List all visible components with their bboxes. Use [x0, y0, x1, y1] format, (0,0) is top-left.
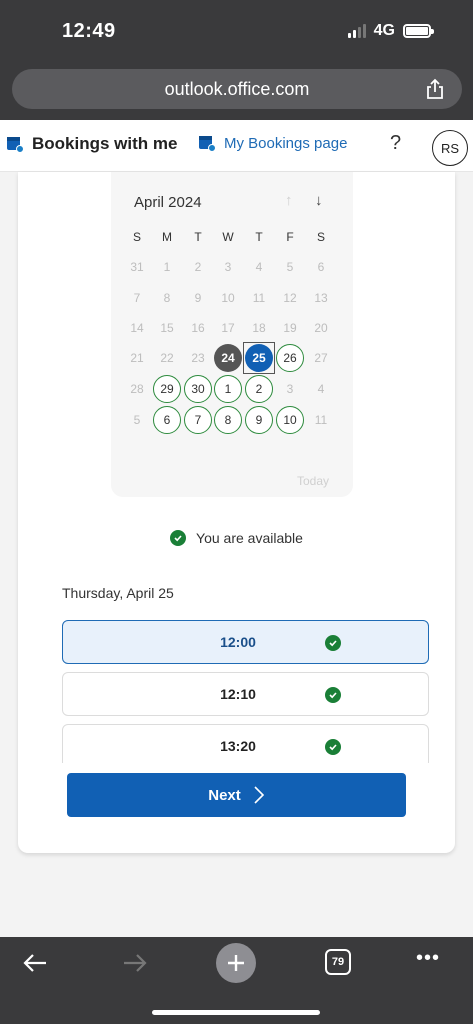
address-bar[interactable]: outlook.office.com — [12, 69, 462, 109]
calendar-day[interactable]: 7 — [184, 406, 212, 434]
calendar-day: 2 — [194, 260, 202, 274]
home-indicator[interactable] — [152, 1010, 320, 1015]
share-icon[interactable] — [424, 78, 446, 100]
calendar-day: 18 — [252, 321, 266, 335]
calendar-day: 15 — [160, 321, 174, 335]
availability-status: You are available — [18, 530, 455, 546]
calendar-day: 11 — [314, 413, 328, 427]
calendar-day: 16 — [191, 321, 205, 335]
calendar-day: 10 — [221, 291, 235, 305]
help-button[interactable]: ? — [390, 132, 401, 155]
calendar-day: 7 — [133, 291, 141, 305]
calendar-day[interactable]: 29 — [153, 375, 181, 403]
calendar-day[interactable]: 2 — [245, 375, 273, 403]
weekday-label: S — [316, 230, 325, 244]
avatar[interactable]: RS — [432, 130, 468, 166]
calendar-day[interactable]: 9 — [245, 406, 273, 434]
availability-text: You are available — [196, 530, 303, 546]
calendar-day: 8 — [163, 291, 171, 305]
weekday-label: T — [194, 230, 202, 244]
more-menu-icon[interactable]: ••• — [416, 947, 440, 970]
calendar-day[interactable]: 10 — [276, 406, 304, 434]
my-bookings-link[interactable]: My Bookings page — [198, 134, 347, 152]
slot-time: 12:00 — [220, 634, 256, 650]
weekday-label: S — [132, 230, 141, 244]
bookings-page-icon — [199, 136, 216, 152]
calendar-day: 31 — [130, 260, 144, 274]
calendar-day[interactable]: 24 — [214, 344, 242, 372]
app-title: Bookings with me — [6, 134, 177, 154]
calendar-day: 22 — [160, 351, 174, 365]
weekday-label: M — [162, 230, 172, 244]
calendar-day: 5 — [286, 260, 294, 274]
my-bookings-label: My Bookings page — [224, 134, 348, 152]
check-icon — [325, 635, 341, 651]
check-icon — [325, 739, 341, 755]
calendar-day: 4 — [255, 260, 263, 274]
next-label: Next — [208, 786, 241, 804]
calendar-day: 3 — [286, 382, 294, 396]
plus-icon — [228, 955, 244, 971]
status-time: 12:49 — [62, 20, 116, 42]
new-tab-button[interactable] — [216, 943, 256, 983]
calendar-day[interactable]: 6 — [153, 406, 181, 434]
back-arrow-icon[interactable] — [22, 951, 48, 975]
url-text: outlook.office.com — [164, 78, 310, 99]
browser-toolbar: 79 ••• — [0, 937, 473, 1024]
network-label: 4G — [373, 22, 395, 39]
tabs-button[interactable]: 79 — [325, 949, 351, 975]
calendar-day[interactable]: 1 — [214, 375, 242, 403]
calendar-day: 4 — [317, 382, 325, 396]
calendar-day: 21 — [130, 351, 144, 365]
calendar-day: 1 — [163, 260, 171, 274]
browser-url-area: outlook.office.com — [0, 62, 473, 120]
calendar-day[interactable]: 25 — [245, 344, 273, 372]
slot-time: 13:20 — [220, 738, 256, 754]
calendar-day: 13 — [314, 291, 328, 305]
calendar-day: 17 — [221, 321, 235, 335]
calendar-day: 11 — [252, 291, 266, 305]
next-button[interactable]: Next — [67, 773, 406, 817]
calendar-day: 23 — [191, 351, 205, 365]
time-slot-list[interactable]: 12:00 12:10 13:20 — [62, 620, 429, 763]
booking-card: April 2024 ↑ ↓ SMTWTFS 31 1 2 3 4 5 6 7 8 9 10 11 12… — [18, 172, 455, 853]
calendar-day: 5 — [133, 413, 141, 427]
time-slot[interactable]: 12:00 — [62, 620, 429, 664]
calendar-day: 3 — [224, 260, 232, 274]
calendar-month: April 2024 — [134, 194, 202, 211]
calendar-day: 14 — [130, 321, 144, 335]
chevron-right-icon — [254, 786, 264, 804]
calendar-day: 28 — [130, 382, 144, 396]
check-icon — [325, 687, 341, 703]
app-title-text: Bookings with me — [32, 134, 178, 153]
calendar-day: 9 — [194, 291, 202, 305]
slot-time: 12:10 — [220, 686, 256, 702]
next-month-arrow-icon[interactable]: ↓ — [315, 192, 323, 209]
calendar: April 2024 ↑ ↓ SMTWTFS 31 1 2 3 4 5 6 7 8 9 10 11 12… — [111, 172, 353, 497]
time-slot[interactable]: 13:20 — [62, 724, 429, 763]
app-header: Bookings with me My Bookings page ? RS — [0, 120, 473, 172]
weekday-label: T — [255, 230, 263, 244]
calendar-day[interactable]: 8 — [214, 406, 242, 434]
today-button[interactable]: Today — [297, 474, 329, 488]
status-bar: 12:49 4G — [0, 0, 473, 62]
forward-arrow-icon[interactable] — [122, 951, 148, 975]
weekday-label: F — [286, 230, 294, 244]
calendar-day: 20 — [314, 321, 328, 335]
weekday-label: W — [222, 230, 234, 244]
time-slot[interactable]: 12:10 — [62, 672, 429, 716]
calendar-day: 27 — [314, 351, 328, 365]
calendar-day: 19 — [283, 321, 297, 335]
calendar-day: 12 — [283, 291, 297, 305]
selected-date-label: Thursday, April 25 — [62, 585, 174, 601]
status-indicators: 4G — [347, 22, 434, 40]
check-icon — [170, 530, 187, 546]
signal-icon — [347, 24, 366, 38]
calendar-day: 6 — [317, 260, 325, 274]
calendar-day[interactable]: 26 — [276, 344, 304, 372]
previous-month-arrow-icon[interactable]: ↑ — [285, 192, 293, 209]
calendar-day[interactable]: 30 — [184, 375, 212, 403]
battery-icon — [403, 24, 434, 38]
bookings-logo-icon — [7, 137, 24, 153]
